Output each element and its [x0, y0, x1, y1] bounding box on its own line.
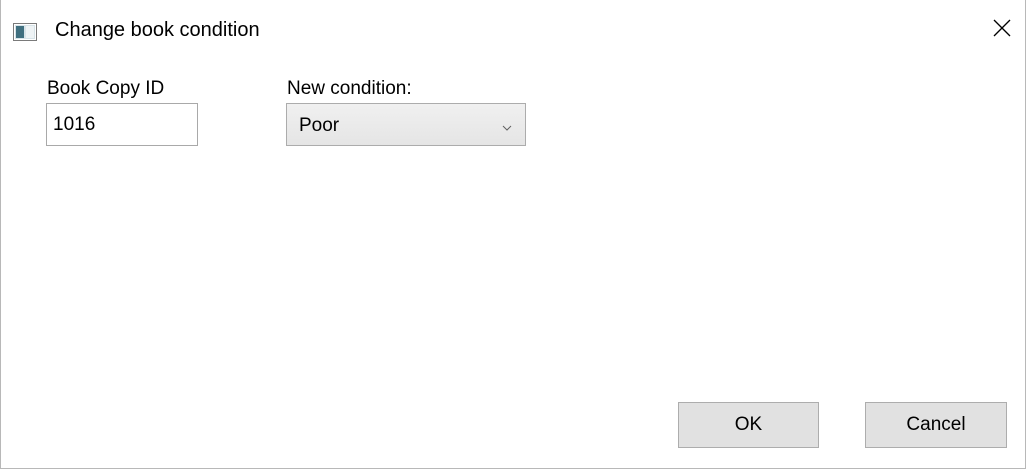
- close-button[interactable]: [979, 0, 1025, 60]
- window-app-icon: [13, 23, 37, 41]
- book-copy-id-input[interactable]: [46, 103, 198, 146]
- chevron-down-icon: [502, 119, 512, 131]
- new-condition-dropdown[interactable]: Poor: [286, 103, 526, 146]
- change-book-condition-dialog: Change book condition Book Copy ID New c…: [0, 0, 1026, 469]
- book-copy-id-label: Book Copy ID: [47, 78, 165, 99]
- ok-button[interactable]: OK: [678, 402, 819, 448]
- cancel-button[interactable]: Cancel: [865, 402, 1007, 448]
- title-bar: Change book condition: [1, 0, 1025, 60]
- close-icon: [993, 19, 1011, 42]
- new-condition-selected-value: Poor: [299, 115, 340, 136]
- window-title: Change book condition: [55, 19, 260, 41]
- new-condition-label: New condition:: [287, 78, 412, 99]
